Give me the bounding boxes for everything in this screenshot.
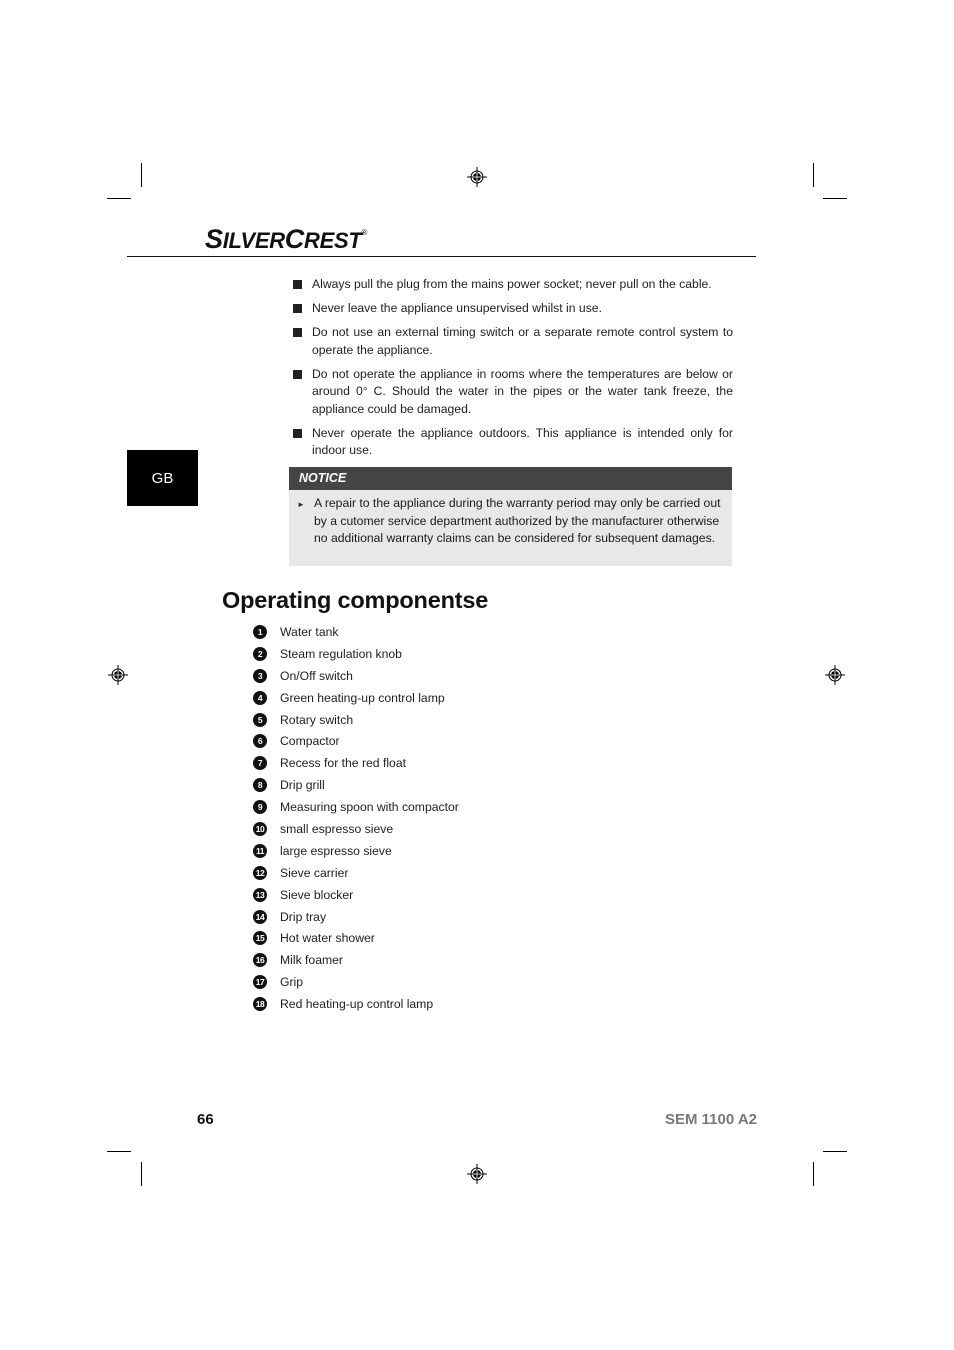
header-rule <box>127 256 756 257</box>
list-item: Never leave the appliance unsupervised w… <box>293 300 733 318</box>
number-badge: 7 <box>253 756 267 771</box>
list-item: 1 Water tank <box>253 621 459 643</box>
list-item: 6 Compactor <box>253 730 459 752</box>
components-list: 1 Water tank 2 Steam regulation knob 3 On/O… <box>253 621 459 1015</box>
crop-mark <box>141 1162 142 1186</box>
list-item: Never operate the appliance outdoors. Th… <box>293 425 733 460</box>
square-bullet-icon <box>293 280 302 289</box>
list-item: Do not use an external timing switch or … <box>293 324 733 359</box>
registration-mark-icon <box>825 665 845 685</box>
list-item: 16 Milk foamer <box>253 949 459 971</box>
number-badge: 11 <box>253 843 267 858</box>
model-number: SEM 1100 A2 <box>665 1111 757 1128</box>
number-badge: 13 <box>253 887 267 902</box>
list-item: 8 Drip grill <box>253 774 459 796</box>
crop-mark <box>813 1162 814 1186</box>
crop-mark <box>823 1151 847 1152</box>
number-badge: 2 <box>253 646 267 661</box>
list-item: 13 Sieve blocker <box>253 884 459 906</box>
notice-text: A repair to the appliance during the war… <box>314 496 721 545</box>
number-badge: 15 <box>253 931 267 946</box>
notice-body: ► A repair to the appliance during the w… <box>289 490 732 566</box>
crop-mark <box>141 163 142 187</box>
crop-mark <box>813 163 814 187</box>
list-item: 4 Green heating-up control lamp <box>253 687 459 709</box>
crop-mark <box>823 198 847 199</box>
number-badge: 14 <box>253 909 267 924</box>
list-item: 18 Red heating-up control lamp <box>253 993 459 1015</box>
number-badge: 9 <box>253 800 267 815</box>
list-item: 9 Measuring spoon with compactor <box>253 796 459 818</box>
brand-logo: SILVERCREST® <box>205 224 368 254</box>
list-item: 12 Sieve carrier <box>253 862 459 884</box>
square-bullet-icon <box>293 328 302 337</box>
list-item: 2 Steam regulation knob <box>253 643 459 665</box>
registration-mark-icon <box>467 167 487 187</box>
section-title: Operating componentse <box>222 587 489 613</box>
list-item: 7 Recess for the red float <box>253 752 459 774</box>
number-badge: 3 <box>253 668 267 683</box>
page-number: 66 <box>197 1111 214 1128</box>
number-badge: 1 <box>253 624 267 639</box>
number-badge: 18 <box>253 997 267 1012</box>
language-tab: GB <box>127 450 198 506</box>
notice-title: NOTICE <box>289 467 732 490</box>
number-badge: 10 <box>253 821 267 836</box>
registration-mark-icon <box>467 1164 487 1184</box>
arrow-right-icon: ► <box>297 500 305 509</box>
list-item: 17 Grip <box>253 971 459 993</box>
notice-box: NOTICE ► A repair to the appliance durin… <box>289 467 732 566</box>
number-badge: 6 <box>253 734 267 749</box>
list-item: Always pull the plug from the mains powe… <box>293 276 733 294</box>
crop-mark <box>107 1151 131 1152</box>
list-item: 5 Rotary switch <box>253 709 459 731</box>
list-item: 11 large espresso sieve <box>253 840 459 862</box>
list-item: 15 Hot water shower <box>253 927 459 949</box>
square-bullet-icon <box>293 428 302 438</box>
number-badge: 16 <box>253 953 267 968</box>
number-badge: 4 <box>253 690 267 705</box>
registration-mark-icon <box>108 665 128 685</box>
list-item: 10 small espresso sieve <box>253 818 459 840</box>
crop-mark <box>107 198 131 199</box>
number-badge: 5 <box>253 712 267 727</box>
safety-bullet-list: Always pull the plug from the mains powe… <box>293 276 733 466</box>
list-item: 3 On/Off switch <box>253 665 459 687</box>
number-badge: 8 <box>253 778 267 793</box>
square-bullet-icon <box>293 304 302 313</box>
list-item: Do not operate the appliance in rooms wh… <box>293 366 733 419</box>
square-bullet-icon <box>293 369 302 379</box>
number-badge: 12 <box>253 865 267 880</box>
list-item: 14 Drip tray <box>253 906 459 928</box>
number-badge: 17 <box>253 975 267 990</box>
